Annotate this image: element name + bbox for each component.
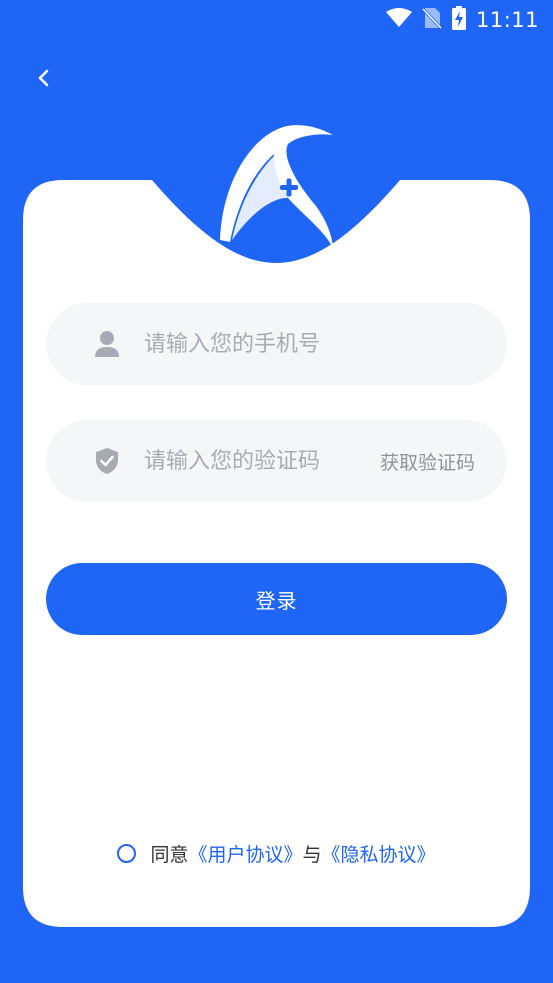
agreement-row: 同意 《用户协议》 与 《隐私协议》 [0,840,553,867]
code-input-row: 获取验证码 [46,420,507,502]
code-input[interactable] [144,441,344,481]
agree-checkbox[interactable] [117,844,137,863]
login-button[interactable]: 登录 [46,563,507,635]
get-code-button[interactable]: 获取验证码 [380,420,475,502]
agreement-conjunction: 与 [302,844,322,866]
shield-check-icon [92,446,122,476]
phone-input-row [46,303,507,385]
bird-plus-logo [212,122,338,256]
privacy-agreement-link[interactable]: 《隐私协议》 [322,840,436,867]
agreement-prefix: 同意 [150,844,189,866]
phone-input[interactable] [144,324,464,364]
user-agreement-link[interactable]: 《用户协议》 [188,840,302,867]
user-icon [92,329,122,359]
